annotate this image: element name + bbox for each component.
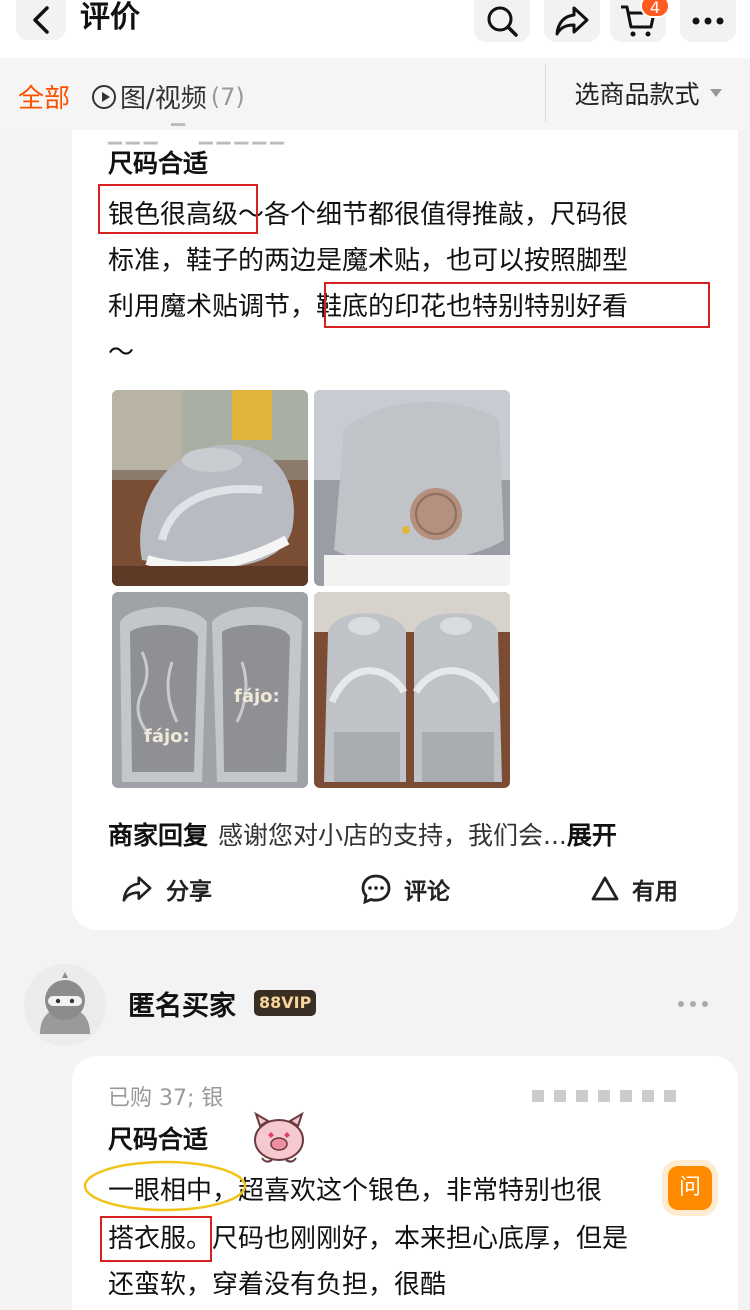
purchase-info: 已购 37; 银 [108,1086,224,1111]
page-title: 评价 [80,0,140,35]
more-dots-icon [692,17,724,25]
red-highlight-box [98,184,258,234]
insole-brand-text: fájo: [144,726,190,747]
play-circle-icon [92,84,116,109]
review-tag: 尺码合适 [108,1125,209,1154]
share-page-button[interactable] [544,0,600,42]
review-text-line: 还蛮软，穿着没有负担，很酷 [108,1270,447,1300]
cart-count-badge: 4 [640,0,670,18]
merchant-reply-label: 商家回复 [108,821,209,850]
expand-link[interactable]: 展开 [567,821,617,850]
comment-bubble-icon [361,874,391,905]
review-photo[interactable]: fájo: fájo: [112,592,308,788]
search-button[interactable] [474,0,530,42]
more-menu-button[interactable] [680,0,736,42]
tab-media[interactable]: 图/视频 (7) [92,78,245,115]
review-more-button[interactable] [676,990,710,1014]
triangle-useful-icon [591,876,619,901]
yellow-highlight-ellipse [83,1160,247,1212]
useful-button[interactable]: 有用 [590,872,678,906]
review-photo[interactable] [314,592,510,788]
review-filter-bar: 全部 图/视频 (7) 选商品款式 [0,58,750,130]
comment-button[interactable]: 评论 [360,872,450,906]
red-highlight-box [324,282,710,328]
merchant-reply-text: 感谢您对小店的支持，我们会... [218,821,567,850]
shoe-photo-1 [112,390,308,586]
caret-down-icon [709,89,722,97]
tab-all[interactable]: 全部 [18,78,70,115]
shoe-photo-2 [314,390,510,586]
chevron-left-icon [33,6,49,34]
review-photo[interactable] [112,390,308,586]
merchant-reply: 商家回复 感谢您对小店的支持，我们会...展开 [108,816,617,852]
vip-badge: 88VIP [254,990,317,1016]
share-arrow-icon [555,6,589,36]
svg-text:fájo:: fájo: [234,686,280,707]
style-select-label: 选商品款式 [574,80,700,109]
search-icon [487,6,518,37]
shoe-photo-3: fájo: fájo: [112,592,308,788]
review-text-line: ～ [108,338,135,368]
buyer-name: 匿名买家 [128,991,236,1022]
ninja-avatar-icon [24,964,106,1046]
review-card: ▁▁▁ ▔ ▁▁▁▁▁ 尺码合适 银色很高级～各个细节都很值得推敲，尺码很 标准… [72,124,738,930]
tab-media-count: (7) [210,82,245,111]
back-button[interactable] [16,0,66,40]
share-arrow-icon [122,876,152,902]
blurred-date [532,1090,676,1102]
review-photo[interactable] [314,390,510,586]
share-button[interactable]: 分享 [120,872,212,906]
tab-media-label: 图/视频 [120,84,207,114]
faded-cutoff-text: ▁▁▁ ▔ ▁▁▁▁▁ [108,124,289,145]
review-text-line: 标准，鞋子的两边是魔术贴，也可以按照脚型 [108,246,629,276]
top-nav-bar: 评价 4 [0,0,750,58]
product-style-select[interactable]: 选商品款式 [545,64,750,122]
more-dots-icon [678,1001,708,1007]
ask-question-button[interactable]: 问 [668,1166,712,1210]
shoe-photo-4 [314,592,510,788]
avatar[interactable] [24,964,106,1046]
pig-sticker-icon [254,1111,304,1163]
review-tag: 尺码合适 [108,149,209,178]
red-highlight-box [100,1216,212,1262]
review-card: 已购 37; 银 尺码合适 一眼相中，超喜欢这个银色，非常特别也很 搭衣服。尺码… [72,1056,738,1310]
